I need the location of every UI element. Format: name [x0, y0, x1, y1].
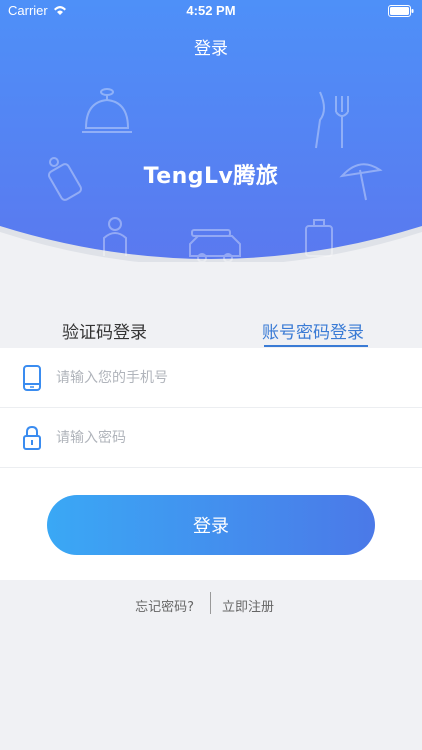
login-button[interactable]: 登录: [47, 495, 375, 555]
phone-field-row: [0, 348, 422, 408]
battery-icon: [388, 5, 414, 17]
service-bell-icon: [82, 88, 132, 133]
login-header: Carrier 4:52 PM 登录 TengLv腾旅: [0, 0, 422, 262]
person-icon: [103, 217, 127, 256]
links-divider: [210, 592, 211, 614]
phone-icon: [23, 365, 41, 391]
tab-sms-login[interactable]: 验证码登录: [62, 318, 147, 343]
car-icon: [189, 229, 241, 262]
auth-links: 忘记密码? 立即注册: [0, 592, 422, 616]
page-title: 登录: [194, 39, 228, 59]
login-form: 登录: [0, 348, 422, 580]
register-link[interactable]: 立即注册: [222, 596, 274, 615]
suitcase-icon: [305, 219, 333, 257]
forgot-password-link[interactable]: 忘记密码?: [135, 596, 194, 615]
status-bar: Carrier 4:52 PM: [0, 0, 422, 22]
tab-password-login[interactable]: 账号密码登录: [262, 318, 364, 343]
lock-icon: [23, 425, 41, 450]
brand-name: TengLv腾旅: [143, 164, 279, 189]
active-tab-indicator: [264, 345, 368, 347]
status-time: 4:52 PM: [186, 3, 236, 18]
password-field-row: [0, 408, 422, 468]
password-input[interactable]: [56, 422, 396, 454]
utensils-icon: [315, 91, 349, 149]
login-tabs: 验证码登录 账号密码登录: [0, 318, 422, 348]
phone-input[interactable]: [56, 362, 396, 394]
